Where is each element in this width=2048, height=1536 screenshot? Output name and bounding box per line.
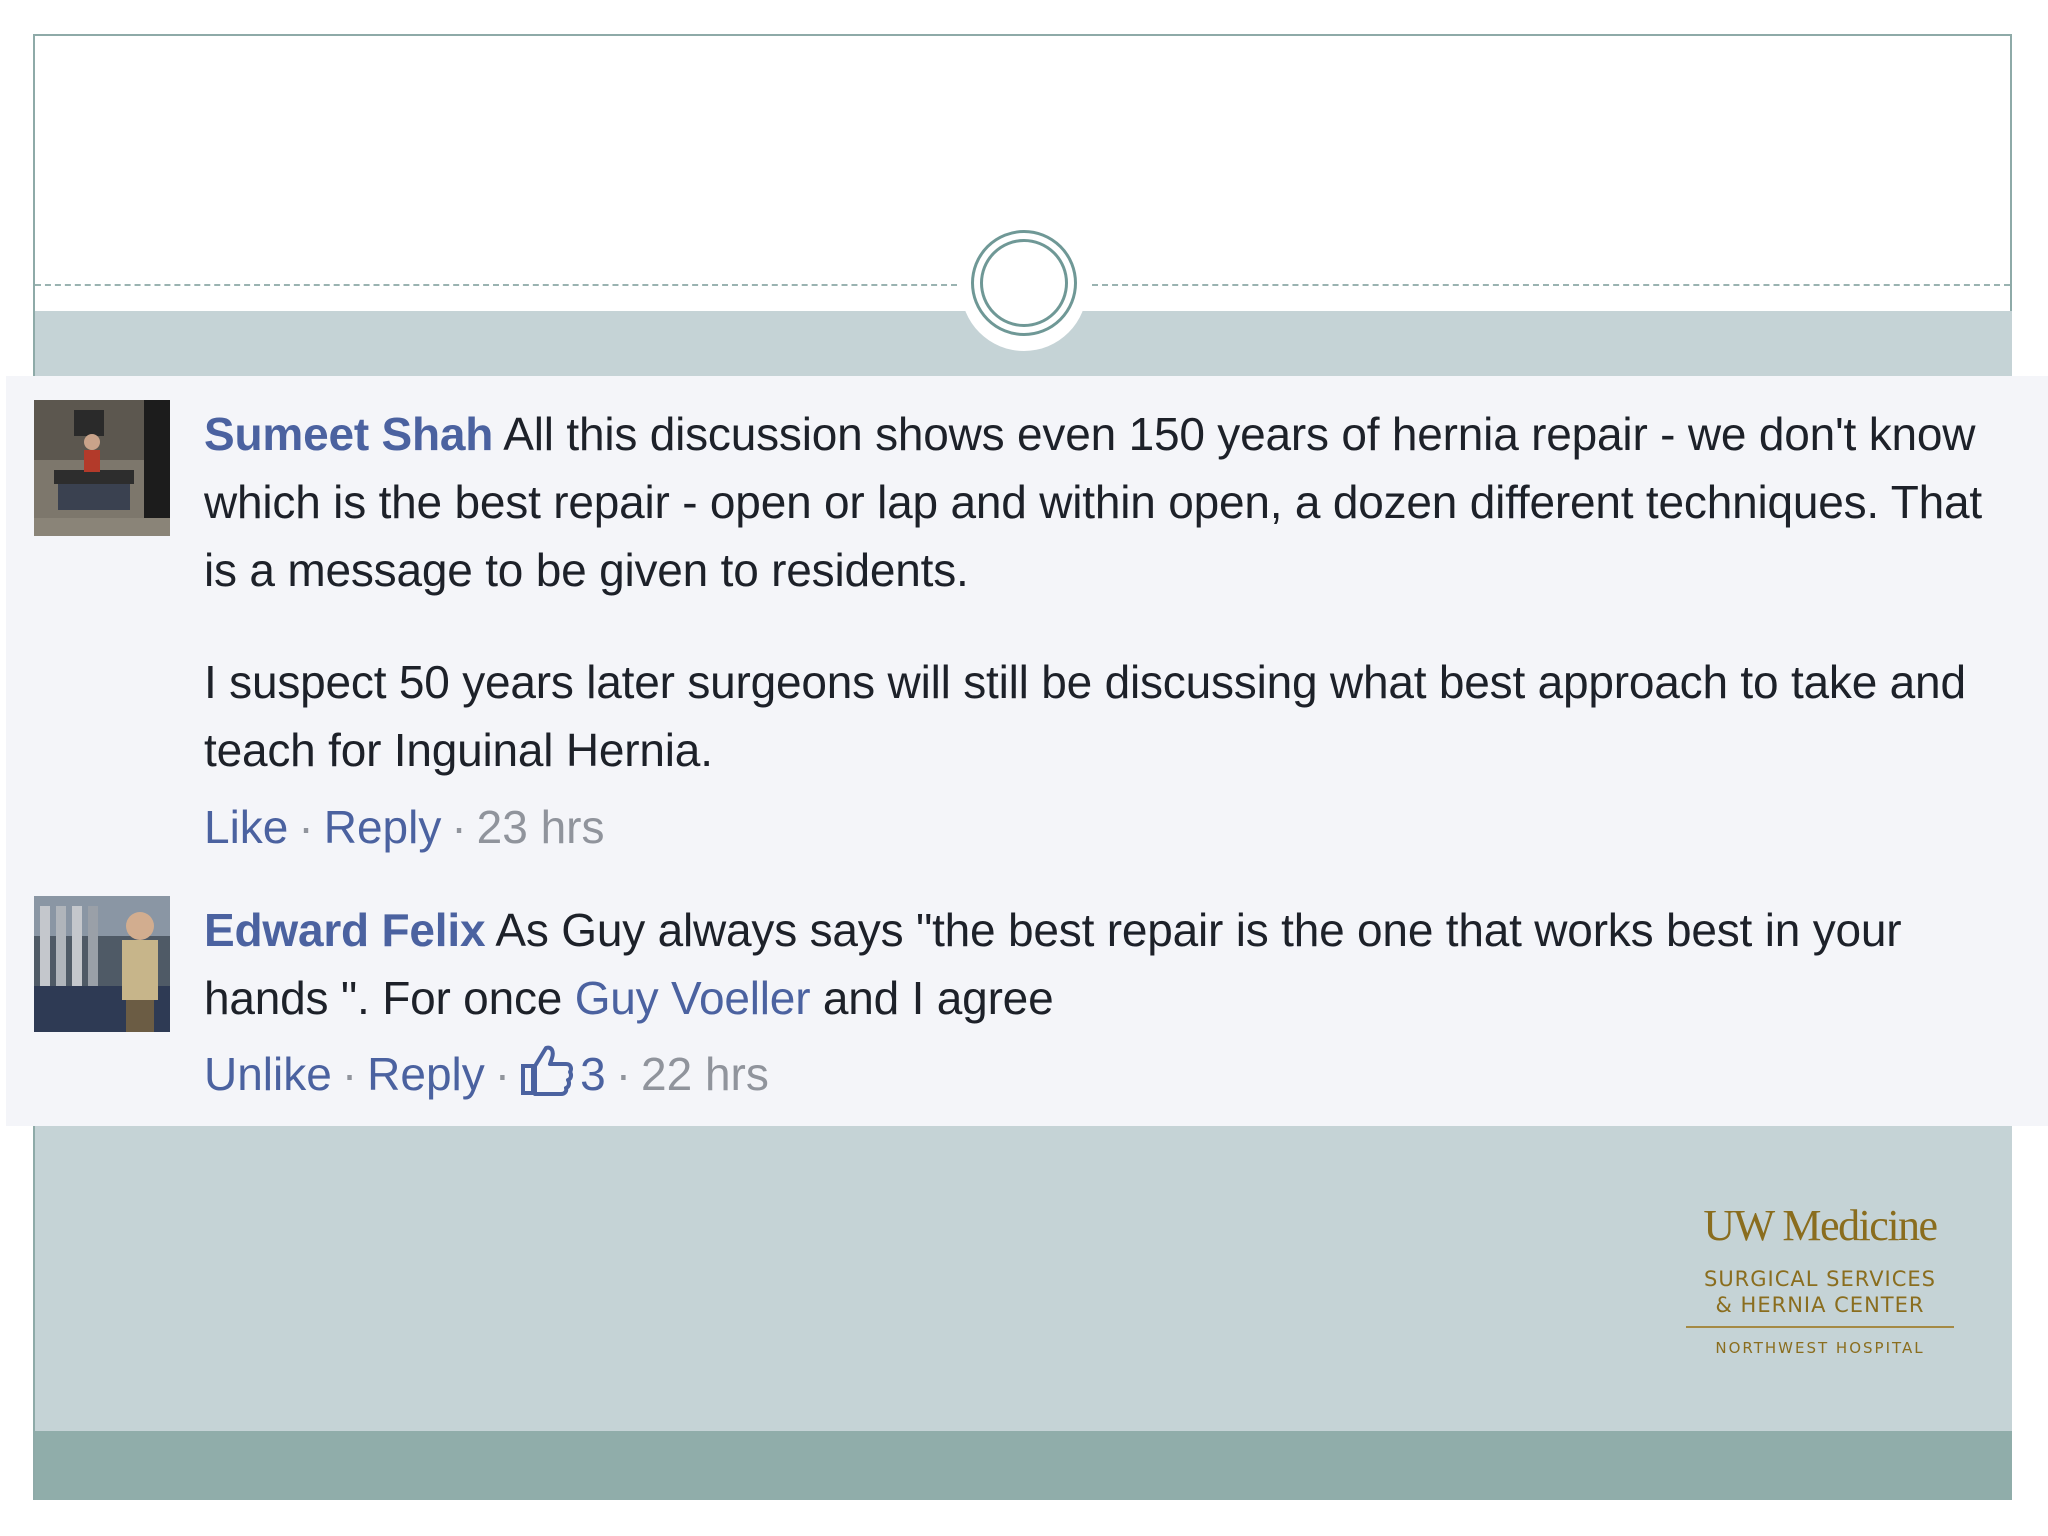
comment-author-link[interactable]: Edward Felix [204,904,486,956]
footer-band [35,1431,2012,1500]
comment-author-link[interactable]: Sumeet Shah [204,408,493,460]
divider-circle-icon [971,230,1077,336]
comment-timestamp[interactable]: 23 hrs [477,801,605,853]
reply-link[interactable]: Reply [324,801,442,853]
comment-text: I suspect 50 years later surgeons will s… [204,656,1966,776]
logo-department-line-2: & HERNIA CENTER [1715,1293,1925,1317]
separator-dot: · [494,1048,511,1100]
like-count-value: 3 [580,1048,606,1100]
title-divider-left [35,284,957,286]
avatar-edward-felix[interactable] [34,896,170,1032]
comment-actions: Like · Reply · 23 hrs [204,797,605,857]
like-link[interactable]: Like [204,801,288,853]
logo-wordmark: UW Medicine [1703,1201,1938,1250]
unlike-link[interactable]: Unlike [204,1048,332,1100]
logo-divider [1686,1326,1954,1328]
like-count[interactable]: 3 [520,1045,606,1100]
avatar-photo-icon [34,896,170,1032]
avatar-photo-icon [34,400,170,536]
comment-timestamp[interactable]: 22 hrs [641,1048,769,1100]
comment-body: Sumeet Shah All this discussion shows ev… [204,400,1994,604]
reply-link[interactable]: Reply [367,1048,485,1100]
comment-body-paragraph-2: I suspect 50 years later surgeons will s… [204,648,1994,784]
title-divider-right [1092,284,2010,286]
separator-dot: · [615,1048,632,1100]
thumbs-up-icon [521,1045,574,1096]
comment-actions: Unlike · Reply · 3 · 22 hrs [204,1044,769,1104]
comment-body: Edward Felix As Guy always says "the bes… [204,896,1994,1032]
separator-dot: · [341,1048,358,1100]
avatar-sumeet-shah[interactable] [34,400,170,536]
uw-medicine-logo: UW Medicine SURGICAL SERVICES & HERNIA C… [1680,1200,1960,1362]
separator-dot: · [298,801,314,853]
separator-dot: · [451,801,467,853]
logo-department-line-1: SURGICAL SERVICES [1703,1267,1937,1291]
mention-link[interactable]: Guy Voeller [575,972,811,1024]
comment-text: and I agree [810,972,1054,1024]
logo-hospital-name: NORTHWEST HOSPITAL [1715,1339,1925,1357]
